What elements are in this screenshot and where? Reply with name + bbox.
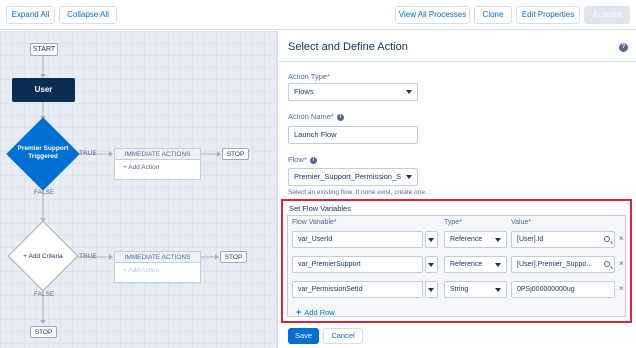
false-label-2: FALSE: [34, 291, 55, 298]
flow-select[interactable]: Premier_Support_Permission_S: [288, 168, 418, 186]
row-1-variable-dropdown[interactable]: [425, 231, 438, 248]
remove-row-2-icon[interactable]: ×: [619, 259, 624, 268]
row-2-type-select[interactable]: Reference: [444, 256, 507, 273]
clone-button[interactable]: Clone: [474, 6, 512, 24]
stop-node-2: STOP: [220, 251, 247, 263]
activate-button[interactable]: Activate: [584, 6, 630, 24]
divider: [278, 61, 636, 62]
criteria-label: Premier Support Triggered: [17, 145, 69, 160]
add-criteria-label: + Add Criteria: [23, 253, 63, 260]
action-panel: Select and Define Action ? Action Type* …: [277, 31, 636, 348]
action-name-label-text: Action Name*: [288, 112, 334, 121]
row-2-value-input[interactable]: [User].Premier_Suppo...: [511, 256, 615, 273]
save-button[interactable]: Save: [288, 328, 319, 344]
chevron-down-icon: [495, 238, 501, 242]
row-3-value-input[interactable]: 0PSj000000000ug: [511, 281, 615, 298]
expand-all-button[interactable]: Expand All: [6, 6, 55, 24]
info-icon[interactable]: i: [309, 156, 317, 164]
col-header-variable: Flow Variable*: [292, 219, 337, 226]
false-label: FALSE: [34, 189, 55, 196]
action-type-select[interactable]: Flows: [288, 83, 418, 101]
row-1-value-input[interactable]: [User].Id: [511, 231, 615, 248]
flow-variables-table: Flow Variable* Type* Value* var_UserId R…: [287, 215, 626, 317]
chevron-down-icon: [495, 288, 501, 292]
add-row-button[interactable]: + Add Row: [296, 307, 335, 317]
row-3-type-select[interactable]: String: [444, 281, 507, 298]
panel-title: Select and Define Action: [288, 41, 408, 53]
flow-value: Premier_Support_Permission_S: [294, 172, 402, 181]
plus-icon: +: [296, 307, 302, 317]
flow-variables-title: Set Flow Variables: [289, 204, 351, 213]
add-action-button[interactable]: + Add Action: [115, 160, 200, 171]
row-1-type-value: Reference: [450, 236, 483, 243]
row-2-type-value: Reference: [450, 261, 483, 268]
view-all-processes-button[interactable]: View All Processes: [395, 6, 470, 24]
toolbar: Expand All Collapse All View All Process…: [0, 0, 636, 30]
row-2-variable-select[interactable]: var_PremierSupport: [292, 256, 423, 273]
action-name-input[interactable]: Launch Flow: [288, 126, 418, 144]
chevron-down-icon: [428, 263, 434, 267]
add-row-label: Add Row: [304, 308, 335, 317]
flow-label: Flow* i: [288, 155, 317, 164]
flow-label-text: Flow*: [288, 155, 307, 164]
cancel-button[interactable]: Cancel: [323, 328, 363, 344]
remove-row-3-icon[interactable]: ×: [619, 284, 624, 293]
add-action-button-2[interactable]: + Add Action: [115, 263, 200, 274]
remove-row-1-icon[interactable]: ×: [619, 234, 624, 243]
col-header-type: Type*: [444, 219, 462, 226]
action-name-label: Action Name* i: [288, 112, 344, 121]
chevron-down-icon: [495, 263, 501, 267]
col-header-value: Value*: [511, 219, 532, 226]
object-node[interactable]: User: [12, 78, 75, 102]
set-flow-variables-section: Set Flow Variables Flow Variable* Type* …: [281, 199, 632, 323]
row-3-type-value: String: [450, 286, 469, 293]
row-2-variable-dropdown[interactable]: [425, 256, 438, 273]
stop-node-3: STOP: [30, 326, 57, 338]
immediate-actions-header: IMMEDIATE ACTIONS: [115, 149, 200, 160]
row-1-value: [User].Id: [517, 236, 544, 243]
row-1-type-select[interactable]: Reference: [444, 231, 507, 248]
collapse-all-button[interactable]: Collapse All: [59, 6, 117, 24]
edit-properties-button[interactable]: Edit Properties: [516, 6, 580, 24]
immediate-actions-header: IMMEDIATE ACTIONS: [115, 252, 200, 263]
process-canvas: START User Premier Support Triggered TRU…: [0, 31, 277, 348]
row-3-variable-dropdown[interactable]: [425, 281, 438, 298]
info-icon[interactable]: i: [336, 113, 344, 121]
flow-hint: Select an existing flow. If none exist, …: [288, 189, 427, 196]
true-label-2: TRUE: [79, 253, 97, 260]
chevron-down-icon: [406, 175, 412, 179]
chevron-down-icon: [428, 288, 434, 292]
immediate-actions-box-2: IMMEDIATE ACTIONS + Add Action: [114, 251, 201, 283]
search-icon[interactable]: [604, 236, 610, 242]
immediate-actions-box: IMMEDIATE ACTIONS + Add Action: [114, 148, 201, 180]
stop-node: STOP: [222, 148, 249, 160]
row-3-variable-select[interactable]: var_PermissionSetId: [292, 281, 423, 298]
action-type-label: Action Type*: [288, 72, 330, 81]
start-node: START: [30, 43, 58, 56]
row-2-value: [User].Premier_Suppo...: [517, 261, 593, 268]
chevron-down-icon: [428, 238, 434, 242]
help-icon[interactable]: ?: [619, 43, 628, 52]
search-icon[interactable]: [604, 261, 610, 267]
true-label: TRUE: [79, 150, 97, 157]
row-1-variable-select[interactable]: var_UserId: [292, 231, 423, 248]
chevron-down-icon: [406, 90, 412, 94]
action-type-value: Flows: [294, 87, 314, 96]
